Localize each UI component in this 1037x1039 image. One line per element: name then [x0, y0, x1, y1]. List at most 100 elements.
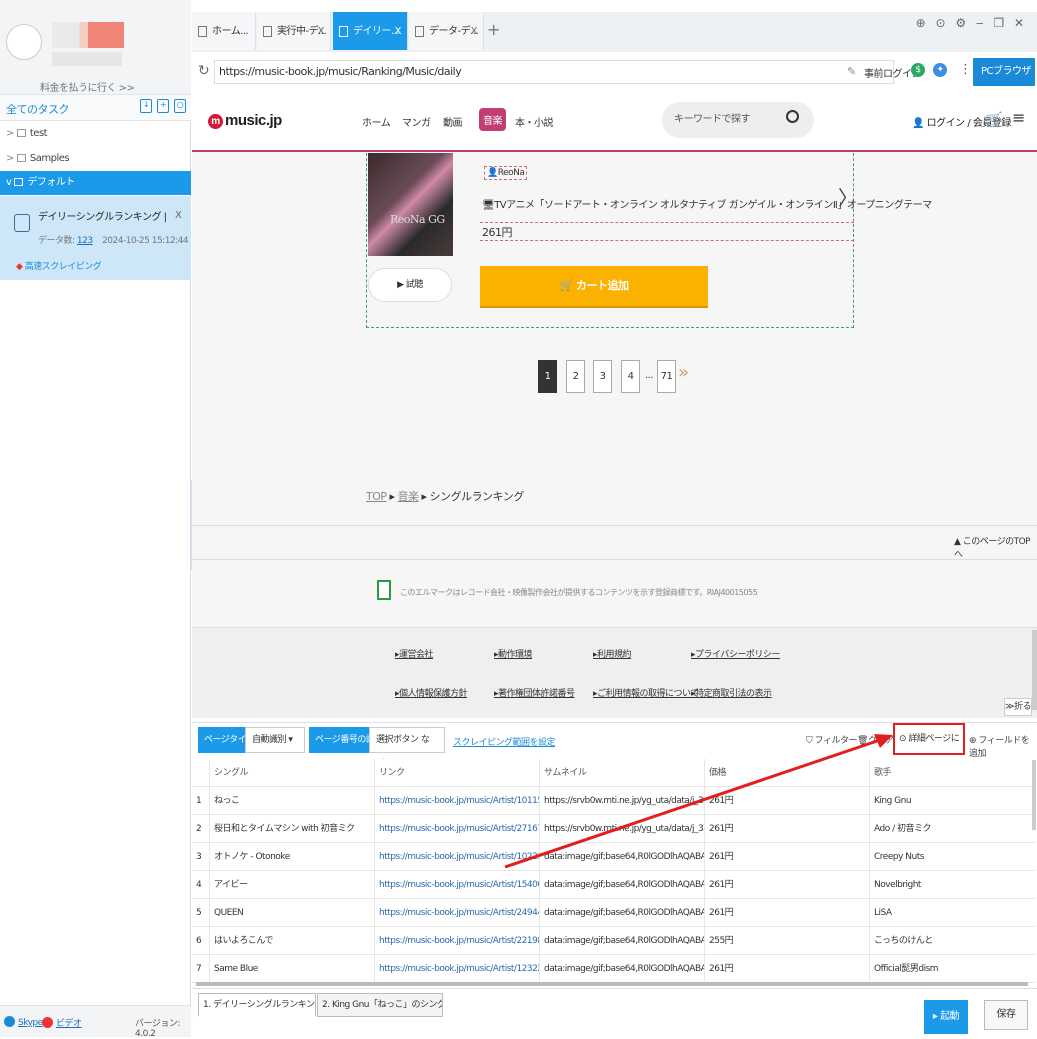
- menu-icon[interactable]: ≡: [1012, 108, 1025, 127]
- footer-link[interactable]: ▸ご利用情報の取得について: [593, 686, 699, 699]
- avatar[interactable]: [6, 24, 42, 60]
- table-row[interactable]: 5 QUEEN https://music-book.jp/music/Artist…: [192, 899, 1035, 927]
- table-cell[interactable]: data:image/gif;base64,R0lGODlhAQABAGAAAC…: [540, 843, 705, 871]
- column-header[interactable]: サムネイル: [540, 759, 705, 787]
- tree-item-test[interactable]: > test: [0, 122, 191, 146]
- run-button[interactable]: ▸ 起動: [924, 1000, 968, 1034]
- import-icon[interactable]: ↓: [140, 99, 152, 113]
- table-cell[interactable]: QUEEN: [210, 899, 375, 927]
- chevron-right-icon[interactable]: 〉: [838, 182, 858, 211]
- tab-data[interactable]: データ-デ... X: [409, 12, 484, 50]
- table-cell[interactable]: 261円: [705, 955, 870, 983]
- table-row[interactable]: 7 Same Blue https://music-book.jp/music/Ar…: [192, 955, 1035, 983]
- table-cell[interactable]: 255円: [705, 927, 870, 955]
- add-tab-button[interactable]: +: [487, 20, 500, 39]
- extension-icon[interactable]: $: [911, 63, 925, 77]
- tab-close-button[interactable]: X: [395, 12, 402, 50]
- clear-button[interactable]: 🗑クリア: [857, 733, 894, 746]
- table-cell[interactable]: https://music-book.jp/music/Artist/15400…: [375, 871, 540, 899]
- site-logo[interactable]: m music.jp: [208, 112, 282, 129]
- table-cell[interactable]: 6: [192, 927, 210, 955]
- pager-page[interactable]: 1: [538, 360, 557, 393]
- pager-page[interactable]: 2: [566, 360, 585, 393]
- product-artist[interactable]: 👤ReoNa: [484, 166, 528, 180]
- table-cell[interactable]: 261円: [705, 899, 870, 927]
- table-cell[interactable]: data:image/gif;base64,R0lGODlhAQABAGAAAC…: [540, 871, 705, 899]
- breadcrumb-top[interactable]: TOP: [366, 490, 387, 503]
- add-field-button[interactable]: ⊕ フィールドを追加: [969, 733, 1037, 759]
- pager-page[interactable]: 3: [593, 360, 612, 393]
- table-cell[interactable]: data:image/gif;base64,R0lGODlhAQABAGAAAC…: [540, 955, 705, 983]
- search-task-icon[interactable]: ○: [174, 99, 186, 113]
- table-row[interactable]: 2 桜日和とタイムマシン with 初音ミク https://music-book.…: [192, 815, 1035, 843]
- column-header[interactable]: リンク: [375, 759, 540, 787]
- tab-close-button[interactable]: X: [471, 12, 478, 50]
- tab-home[interactable]: ホーム...: [192, 12, 256, 50]
- table-cell[interactable]: King Gnu: [870, 787, 1035, 815]
- table-cell[interactable]: はいよろこんで: [210, 927, 375, 955]
- table-cell[interactable]: data:image/gif;base64,R0lGODlhAQABAGAAAC…: [540, 927, 705, 955]
- cart-icon[interactable]: 🛒: [985, 112, 1002, 128]
- grid-scrollbar[interactable]: [1032, 760, 1036, 830]
- footer-link[interactable]: ▸動作環境: [494, 647, 533, 660]
- table-cell[interactable]: 2: [192, 815, 210, 843]
- table-cell[interactable]: Creepy Nuts: [870, 843, 1035, 871]
- url-field[interactable]: https://music-book.jp/music/Ranking/Musi…: [214, 60, 894, 84]
- album-jacket-image[interactable]: ReoNa GG: [368, 153, 453, 256]
- pc-browser-dropdown[interactable]: PCブラウザ ▾: [973, 58, 1035, 105]
- table-cell[interactable]: 1: [192, 787, 210, 815]
- nav-music[interactable]: 音楽: [479, 108, 506, 131]
- table-row[interactable]: 6 はいよろこんで https://music-book.jp/music/Arti…: [192, 927, 1035, 955]
- page-top-link[interactable]: ▲ このページのTOPへ: [954, 534, 1037, 560]
- footer-link[interactable]: ▸利用規約: [593, 647, 632, 660]
- table-cell[interactable]: オトノケ - Otonoke: [210, 843, 375, 871]
- column-header[interactable]: 歌手: [870, 759, 1035, 787]
- table-cell[interactable]: 4: [192, 871, 210, 899]
- result-tab[interactable]: 2. King Gnu「ねっこ」のシングル...: [317, 993, 443, 1017]
- result-tab[interactable]: 1. デイリーシングルランキング |...: [198, 993, 316, 1017]
- table-cell[interactable]: https://srvb0w.mti.ne.jp/yg_uta/data/j_3…: [540, 787, 705, 815]
- trial-play-button[interactable]: ▶ 試聴: [368, 268, 452, 302]
- tab-close-button[interactable]: X: [318, 12, 325, 50]
- page-scrollbar[interactable]: [1032, 630, 1037, 710]
- footer-link[interactable]: ▸プライバシーポリシー: [691, 647, 780, 660]
- all-tasks-title[interactable]: 全てのタスク: [6, 101, 70, 117]
- more-icon[interactable]: ⋮: [959, 62, 972, 77]
- table-cell[interactable]: ねっこ: [210, 787, 375, 815]
- site-search-input[interactable]: キーワードで探す: [662, 102, 814, 138]
- table-cell[interactable]: Official髭男dism: [870, 955, 1035, 983]
- page-type-select[interactable]: 自動識別 ▾: [245, 727, 305, 753]
- table-cell[interactable]: 261円: [705, 871, 870, 899]
- table-cell[interactable]: 5: [192, 899, 210, 927]
- table-cell[interactable]: https://music-book.jp/music/Artist/12322…: [375, 955, 540, 983]
- tree-item-default[interactable]: v デフォルト: [0, 171, 191, 195]
- footer-link[interactable]: ▸個人情報保護方針: [395, 686, 468, 699]
- nav-books[interactable]: 本・小説: [515, 114, 554, 129]
- table-cell[interactable]: Ado / 初音ミク: [870, 815, 1035, 843]
- tree-item-samples[interactable]: > Samples: [0, 147, 191, 171]
- add-to-cart-button[interactable]: 🛒 カート追加: [480, 266, 708, 306]
- nav-video[interactable]: 動画: [443, 114, 463, 129]
- table-cell[interactable]: アイビー: [210, 871, 375, 899]
- task-close-button[interactable]: X: [175, 210, 182, 221]
- goto-detail-button[interactable]: ⊙ 詳細ページに行く: [893, 723, 965, 772]
- table-cell[interactable]: data:image/gif;base64,R0lGODlhAQABAGAAAC…: [540, 899, 705, 927]
- table-row[interactable]: 3 オトノケ - Otonoke https://music-book.jp/mus…: [192, 843, 1035, 871]
- table-cell[interactable]: https://music-book.jp/music/Artist/10115…: [375, 787, 540, 815]
- pay-link[interactable]: 料金を払うに行く >>: [40, 79, 135, 94]
- table-cell[interactable]: Novelbright: [870, 871, 1035, 899]
- table-cell[interactable]: Same Blue: [210, 955, 375, 983]
- table-cell[interactable]: https://music-book.jp/music/Artist/22198…: [375, 927, 540, 955]
- reload-icon[interactable]: ↻: [198, 63, 210, 79]
- table-cell[interactable]: 261円: [705, 815, 870, 843]
- table-cell[interactable]: 桜日和とタイムマシン with 初音ミク: [210, 815, 375, 843]
- table-cell[interactable]: 261円: [705, 787, 870, 815]
- edit-icon[interactable]: ✎: [847, 65, 856, 78]
- extension-icon[interactable]: ✦: [933, 63, 947, 77]
- nav-home[interactable]: ホーム: [362, 114, 391, 129]
- column-header[interactable]: シングル: [210, 759, 375, 787]
- table-cell[interactable]: LiSA: [870, 899, 1035, 927]
- breadcrumb-music[interactable]: 音楽: [398, 490, 420, 503]
- table-cell[interactable]: こっちのけんと: [870, 927, 1035, 955]
- skype-link[interactable]: Skype: [4, 1016, 43, 1028]
